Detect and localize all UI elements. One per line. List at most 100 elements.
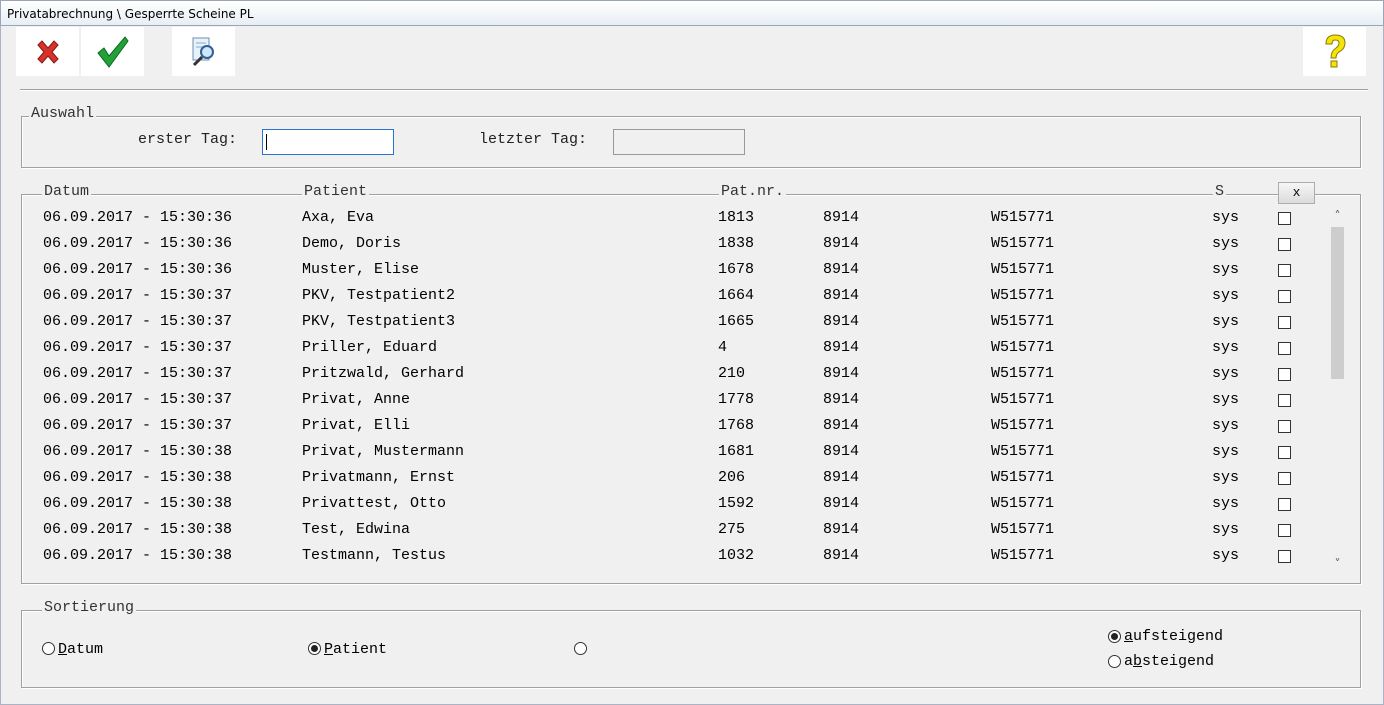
cell-id: W515771: [991, 547, 1055, 564]
cell-code: 8914: [823, 287, 860, 304]
cell-patient: PKV, Testpatient2: [302, 287, 456, 304]
table-row[interactable]: 06.09.2017 - 15:30:38 Privatmann, Ernst 20…: [22, 466, 1326, 492]
ok-button[interactable]: [81, 27, 144, 76]
cell-s: sys: [1212, 261, 1240, 278]
table-row[interactable]: 06.09.2017 - 15:30:36 Axa, Eva 1813 8914 W51…: [22, 206, 1326, 232]
cell-code: 8914: [823, 365, 860, 382]
row-checkbox[interactable]: [1278, 394, 1291, 407]
search-button[interactable]: [172, 27, 235, 76]
row-checkbox[interactable]: [1278, 290, 1291, 303]
cell-id: W515771: [991, 391, 1055, 408]
sort-third-radio[interactable]: [574, 642, 587, 655]
cell-patient: Testmann, Testus: [302, 547, 447, 564]
column-header-patient[interactable]: Patient: [302, 183, 370, 200]
scrollbar-thumb[interactable]: [1331, 227, 1344, 379]
red-x-icon: [36, 39, 59, 64]
scroll-down-icon[interactable]: ˅: [1329, 556, 1346, 573]
cell-datum: 06.09.2017 - 15:30:36: [43, 261, 233, 278]
table-row[interactable]: 06.09.2017 - 15:30:38 Test, Edwina 275 8914…: [22, 518, 1326, 544]
first-day-input[interactable]: [262, 129, 394, 155]
cell-patnr: 275: [718, 521, 746, 538]
cell-patient: Privat, Anne: [302, 391, 411, 408]
table-row[interactable]: 06.09.2017 - 15:30:37 Pritzwald, Gerhard 2…: [22, 362, 1326, 388]
cell-s: sys: [1212, 469, 1240, 486]
cell-code: 8914: [823, 521, 860, 538]
order-ascending-label[interactable]: aufsteigend: [1124, 628, 1223, 645]
cell-datum: 06.09.2017 - 15:30:37: [43, 365, 233, 382]
table-row[interactable]: 06.09.2017 - 15:30:37 Priller, Eduard 4 891…: [22, 336, 1326, 362]
row-checkbox[interactable]: [1278, 446, 1291, 459]
cell-id: W515771: [991, 365, 1055, 382]
row-checkbox[interactable]: [1278, 342, 1291, 355]
cell-code: 8914: [823, 235, 860, 252]
cell-patient: Privat, Mustermann: [302, 443, 465, 460]
cell-datum: 06.09.2017 - 15:30:37: [43, 339, 233, 356]
table-row[interactable]: 06.09.2017 - 15:30:37 Privat, Anne 1778 891…: [22, 388, 1326, 414]
cell-patient: Privat, Elli: [302, 417, 411, 434]
scroll-up-icon[interactable]: ˄: [1329, 208, 1346, 225]
cell-id: W515771: [991, 469, 1055, 486]
row-checkbox[interactable]: [1278, 498, 1291, 511]
cell-datum: 06.09.2017 - 15:30:36: [43, 209, 233, 226]
sortierung-legend: Sortierung: [42, 599, 137, 616]
row-checkbox[interactable]: [1278, 212, 1291, 225]
cell-id: W515771: [991, 261, 1055, 278]
table-row[interactable]: 06.09.2017 - 15:30:37 PKV, Testpatient3 16…: [22, 310, 1326, 336]
cell-code: 8914: [823, 339, 860, 356]
row-checkbox[interactable]: [1278, 550, 1291, 563]
cell-patient: PKV, Testpatient3: [302, 313, 456, 330]
row-checkbox[interactable]: [1278, 238, 1291, 251]
column-header-patnr[interactable]: Pat.nr.: [719, 183, 787, 200]
text-caret: [266, 134, 267, 150]
table-row[interactable]: 06.09.2017 - 15:30:38 Testmann, Testus 103…: [22, 544, 1326, 570]
table-row[interactable]: 06.09.2017 - 15:30:38 Privattest, Otto 159…: [22, 492, 1326, 518]
cell-id: W515771: [991, 417, 1055, 434]
cell-patient: Muster, Elise: [302, 261, 420, 278]
sort-patient-label[interactable]: Patient: [324, 641, 387, 658]
window-title: Privatabrechnung \ Gesperrte Scheine PL: [0, 0, 1384, 26]
cell-id: W515771: [991, 443, 1055, 460]
cell-code: 8914: [823, 417, 860, 434]
cell-code: 8914: [823, 313, 860, 330]
column-header-datum[interactable]: Datum: [42, 183, 92, 200]
clear-selection-button[interactable]: x: [1278, 182, 1315, 204]
order-descending-radio[interactable]: [1108, 655, 1121, 668]
cell-datum: 06.09.2017 - 15:30:38: [43, 521, 233, 538]
table-row[interactable]: 06.09.2017 - 15:30:37 PKV, Testpatient2 16…: [22, 284, 1326, 310]
cell-patient: Demo, Doris: [302, 235, 402, 252]
sort-datum-label[interactable]: Datum: [58, 641, 103, 658]
table-row[interactable]: 06.09.2017 - 15:30:36 Muster, Elise 1678 89…: [22, 258, 1326, 284]
cell-datum: 06.09.2017 - 15:30:38: [43, 443, 233, 460]
cell-id: W515771: [991, 339, 1055, 356]
table-row[interactable]: 06.09.2017 - 15:30:36 Demo, Doris 1838 8914…: [22, 232, 1326, 258]
order-ascending-radio[interactable]: [1108, 630, 1121, 643]
cell-code: 8914: [823, 443, 860, 460]
cell-patnr: 1813: [718, 209, 755, 226]
vertical-scrollbar[interactable]: ˄ ˅: [1329, 208, 1346, 574]
cell-patnr: 1838: [718, 235, 755, 252]
help-button[interactable]: [1303, 27, 1366, 76]
table-row[interactable]: 06.09.2017 - 15:30:37 Privat, Elli 1768 891…: [22, 414, 1326, 440]
row-checkbox[interactable]: [1278, 368, 1291, 381]
table-row[interactable]: 06.09.2017 - 15:30:38 Privat, Mustermann 1…: [22, 440, 1326, 466]
cell-s: sys: [1212, 235, 1240, 252]
cancel-button[interactable]: [16, 27, 79, 76]
row-checkbox[interactable]: [1278, 524, 1291, 537]
cell-id: W515771: [991, 209, 1055, 226]
sort-datum-radio[interactable]: [42, 642, 55, 655]
row-checkbox[interactable]: [1278, 420, 1291, 433]
cell-s: sys: [1212, 443, 1240, 460]
cell-patnr: 1768: [718, 417, 755, 434]
row-checkbox[interactable]: [1278, 472, 1291, 485]
cell-s: sys: [1212, 209, 1240, 226]
row-checkbox[interactable]: [1278, 316, 1291, 329]
sort-patient-radio[interactable]: [308, 642, 321, 655]
cell-patient: Privatmann, Ernst: [302, 469, 456, 486]
cell-patnr: 1678: [718, 261, 755, 278]
last-day-input[interactable]: [613, 129, 745, 155]
column-header-s[interactable]: S: [1213, 183, 1227, 200]
row-checkbox[interactable]: [1278, 264, 1291, 277]
order-descending-label[interactable]: absteigend: [1124, 653, 1214, 670]
cell-code: 8914: [823, 469, 860, 486]
cell-s: sys: [1212, 391, 1240, 408]
